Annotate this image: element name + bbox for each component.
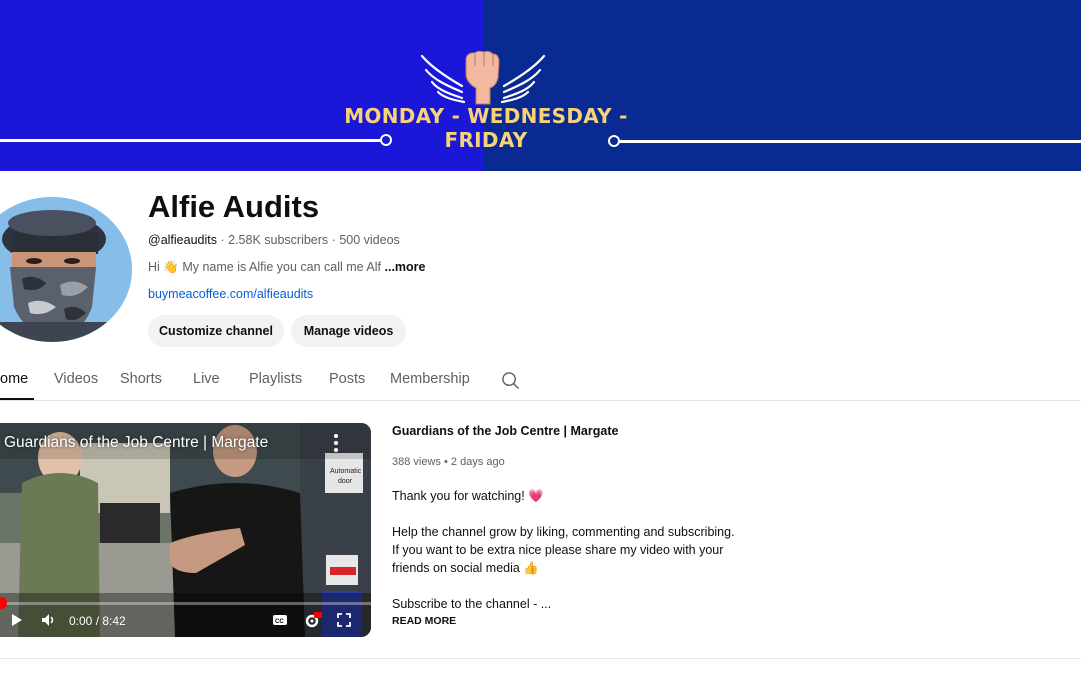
- svg-text:CC: CC: [275, 619, 284, 625]
- captions-icon[interactable]: CC: [272, 611, 288, 629]
- fullscreen-icon[interactable]: [336, 611, 352, 629]
- featured-video-title[interactable]: Guardians of the Job Centre | Margate: [392, 424, 618, 438]
- channel-banner: MONDAY - WEDNESDAY - FRIDAY: [0, 0, 1081, 171]
- video-time: 0:00 / 8:42: [69, 614, 126, 628]
- tab-videos[interactable]: Videos: [54, 371, 98, 387]
- channel-tabs: ome Videos Shorts Live Playlists Posts M…: [0, 365, 1081, 401]
- channel-description-text: Hi 👋 My name is Alfie you can call me Al…: [148, 260, 382, 274]
- subscriber-count: 2.58K subscribers: [228, 233, 329, 247]
- tab-live[interactable]: Live: [193, 371, 220, 387]
- description-line: Help the channel grow by liking, comment…: [392, 525, 735, 539]
- channel-description[interactable]: Hi 👋 My name is Alfie you can call me Al…: [148, 260, 426, 275]
- banner-line-right: [618, 140, 1081, 143]
- channel-handle: @alfieaudits: [148, 233, 217, 247]
- featured-video-player[interactable]: Automatic door Guardians of the Job Cent…: [0, 423, 371, 637]
- description-more-link[interactable]: ...more: [385, 260, 426, 274]
- description-line: Subscribe to the channel - ...: [392, 597, 552, 611]
- tab-home[interactable]: ome: [0, 371, 28, 387]
- featured-video-description: Thank you for watching! 💗 Help the chann…: [392, 487, 772, 613]
- video-count: 500 videos: [339, 233, 400, 247]
- more-options-icon[interactable]: [331, 433, 341, 453]
- view-count: 388 views: [392, 456, 441, 468]
- description-line: If you want to be extra nice please shar…: [392, 543, 724, 557]
- search-icon[interactable]: [501, 371, 520, 390]
- meta-separator: ·: [331, 233, 336, 247]
- play-icon[interactable]: [10, 611, 24, 629]
- tab-shorts[interactable]: Shorts: [120, 371, 162, 387]
- channel-meta: @alfieaudits · 2.58K subscribers · 500 v…: [148, 233, 400, 247]
- tab-home-underline: [0, 398, 34, 400]
- progress-bar[interactable]: [0, 602, 371, 605]
- section-divider: [0, 658, 1081, 659]
- banner-schedule-text: MONDAY - WEDNESDAY - FRIDAY: [344, 104, 628, 152]
- svg-text:door: door: [338, 478, 353, 485]
- read-more-button[interactable]: READ MORE: [392, 615, 456, 627]
- featured-video-stats: 388 views • 2 days ago: [392, 456, 505, 468]
- settings-icon[interactable]: [303, 611, 323, 629]
- description-line: friends on social media 👍: [392, 561, 539, 575]
- volume-icon[interactable]: [40, 611, 56, 629]
- avatar-image: [0, 197, 132, 342]
- tab-membership[interactable]: Membership: [390, 371, 470, 387]
- player-video-title[interactable]: Guardians of the Job Centre | Margate: [4, 434, 268, 452]
- customize-channel-button[interactable]: Customize channel: [148, 315, 284, 347]
- upload-age: 2 days ago: [450, 456, 505, 468]
- manage-videos-button[interactable]: Manage videos: [291, 315, 406, 347]
- channel-name: Alfie Audits: [148, 189, 320, 224]
- tab-posts[interactable]: Posts: [329, 371, 365, 387]
- meta-separator: ·: [220, 233, 225, 247]
- channel-external-link[interactable]: buymeacoffee.com/alfieaudits: [148, 287, 313, 301]
- svg-text:Automatic: Automatic: [330, 468, 362, 475]
- channel-avatar[interactable]: [0, 197, 132, 342]
- description-line: Thank you for watching! 💗: [392, 489, 544, 503]
- winged-fist-icon: [420, 50, 546, 105]
- tab-playlists[interactable]: Playlists: [249, 371, 302, 387]
